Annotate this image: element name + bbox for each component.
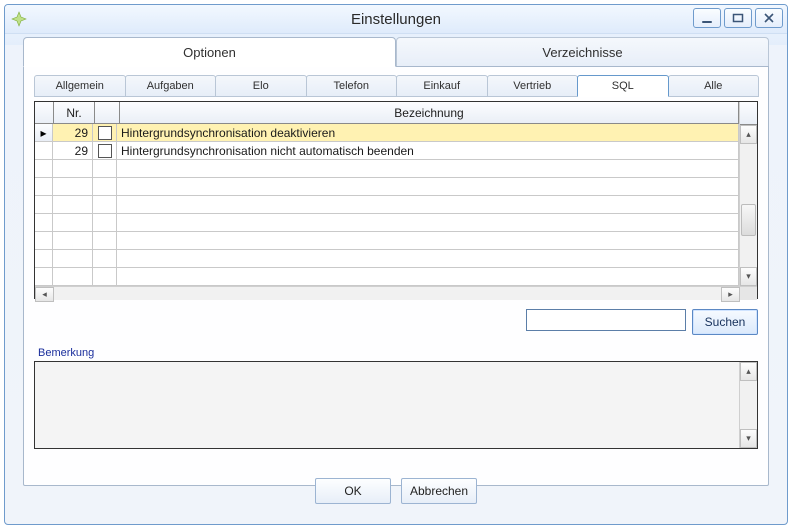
bemerkung-textarea[interactable]: ▴ ▾ bbox=[34, 361, 758, 449]
scroll-up-icon[interactable]: ▴ bbox=[740, 125, 757, 144]
subtab-alle[interactable]: Alle bbox=[668, 75, 760, 97]
scrollbar-corner bbox=[740, 102, 757, 125]
dialog-buttons: OK Abbrechen bbox=[11, 478, 781, 504]
subtab-aufgaben[interactable]: Aufgaben bbox=[125, 75, 217, 97]
row-indicator-icon bbox=[35, 142, 53, 160]
cell-checkbox[interactable] bbox=[93, 124, 117, 142]
table-row[interactable]: 29 Hintergrundsynchronisation nicht auto… bbox=[35, 142, 739, 160]
scroll-down-icon[interactable]: ▾ bbox=[740, 267, 757, 286]
cell-desc: Hintergrundsynchronisation deaktivieren bbox=[117, 124, 739, 142]
checkbox-icon bbox=[98, 126, 112, 140]
table-row[interactable]: ▸ 29 Hintergrundsynchronisation deaktivi… bbox=[35, 124, 739, 142]
subtab-allgemein[interactable]: Allgemein bbox=[34, 75, 126, 97]
cell-nr: 29 bbox=[53, 142, 93, 160]
grid-header-selector bbox=[35, 102, 54, 124]
scrollbar-corner bbox=[740, 287, 757, 300]
bemerkung-label: Bemerkung bbox=[38, 347, 754, 359]
ok-button[interactable]: OK bbox=[315, 478, 391, 504]
subtab-einkauf[interactable]: Einkauf bbox=[396, 75, 488, 97]
window-title: Einstellungen bbox=[5, 11, 787, 28]
maximize-button[interactable] bbox=[724, 8, 752, 28]
tab-optionen[interactable]: Optionen bbox=[23, 37, 396, 67]
scroll-right-icon[interactable]: ▸ bbox=[721, 287, 740, 302]
scroll-down-icon[interactable]: ▾ bbox=[740, 429, 757, 448]
grid-body: ▸ 29 Hintergrundsynchronisation deaktivi… bbox=[35, 124, 739, 286]
cell-nr: 29 bbox=[53, 124, 93, 142]
table-row-empty bbox=[35, 232, 739, 250]
scroll-up-icon[interactable]: ▴ bbox=[740, 362, 757, 381]
table-row-empty bbox=[35, 160, 739, 178]
checkbox-icon bbox=[98, 144, 112, 158]
scroll-track[interactable] bbox=[740, 144, 757, 267]
cancel-button[interactable]: Abbrechen bbox=[401, 478, 477, 504]
subtab-vertrieb[interactable]: Vertrieb bbox=[487, 75, 579, 97]
subtab-telefon[interactable]: Telefon bbox=[306, 75, 398, 97]
grid-header-nr[interactable]: Nr. bbox=[54, 102, 95, 124]
titlebar: Einstellungen bbox=[5, 5, 787, 34]
main-tabs: Optionen Verzeichnisse bbox=[23, 37, 769, 67]
subtab-sql[interactable]: SQL bbox=[577, 75, 669, 97]
grid-vertical-scrollbar[interactable]: ▴ ▾ bbox=[739, 102, 757, 286]
options-grid: Nr. Bezeichnung ▸ 29 Hintergru bbox=[34, 101, 758, 299]
table-row-empty bbox=[35, 214, 739, 232]
tab-verzeichnisse[interactable]: Verzeichnisse bbox=[396, 37, 769, 67]
table-row-empty bbox=[35, 250, 739, 268]
close-button[interactable] bbox=[755, 8, 783, 28]
grid-horizontal-scrollbar[interactable]: ◂ ▸ bbox=[35, 286, 757, 300]
scroll-track[interactable] bbox=[740, 381, 757, 429]
search-button[interactable]: Suchen bbox=[692, 309, 758, 335]
table-row-empty bbox=[35, 196, 739, 214]
tab-panel-optionen: Allgemein Aufgaben Elo Telefon Einkauf V… bbox=[23, 66, 769, 486]
table-row-empty bbox=[35, 178, 739, 196]
grid-header: Nr. Bezeichnung bbox=[35, 102, 739, 124]
scroll-track[interactable] bbox=[54, 287, 721, 300]
bemerkung-scrollbar[interactable]: ▴ ▾ bbox=[739, 362, 757, 448]
grid-header-desc[interactable]: Bezeichnung bbox=[120, 102, 739, 124]
cell-checkbox[interactable] bbox=[93, 142, 117, 160]
app-icon bbox=[11, 11, 27, 27]
cell-desc: Hintergrundsynchronisation nicht automat… bbox=[117, 142, 739, 160]
table-row-empty bbox=[35, 268, 739, 286]
search-input[interactable] bbox=[526, 309, 686, 331]
settings-dialog: Einstellungen Optionen Verzeichnisse bbox=[4, 4, 788, 525]
subtab-elo[interactable]: Elo bbox=[215, 75, 307, 97]
bemerkung-text bbox=[35, 362, 739, 448]
sub-tabs: Allgemein Aufgaben Elo Telefon Einkauf V… bbox=[34, 75, 758, 97]
search-bar: Suchen bbox=[34, 309, 758, 335]
minimize-button[interactable] bbox=[693, 8, 721, 28]
scroll-left-icon[interactable]: ◂ bbox=[35, 287, 54, 302]
scroll-thumb[interactable] bbox=[741, 204, 756, 236]
row-indicator-icon: ▸ bbox=[35, 124, 53, 142]
grid-header-check bbox=[95, 102, 120, 124]
